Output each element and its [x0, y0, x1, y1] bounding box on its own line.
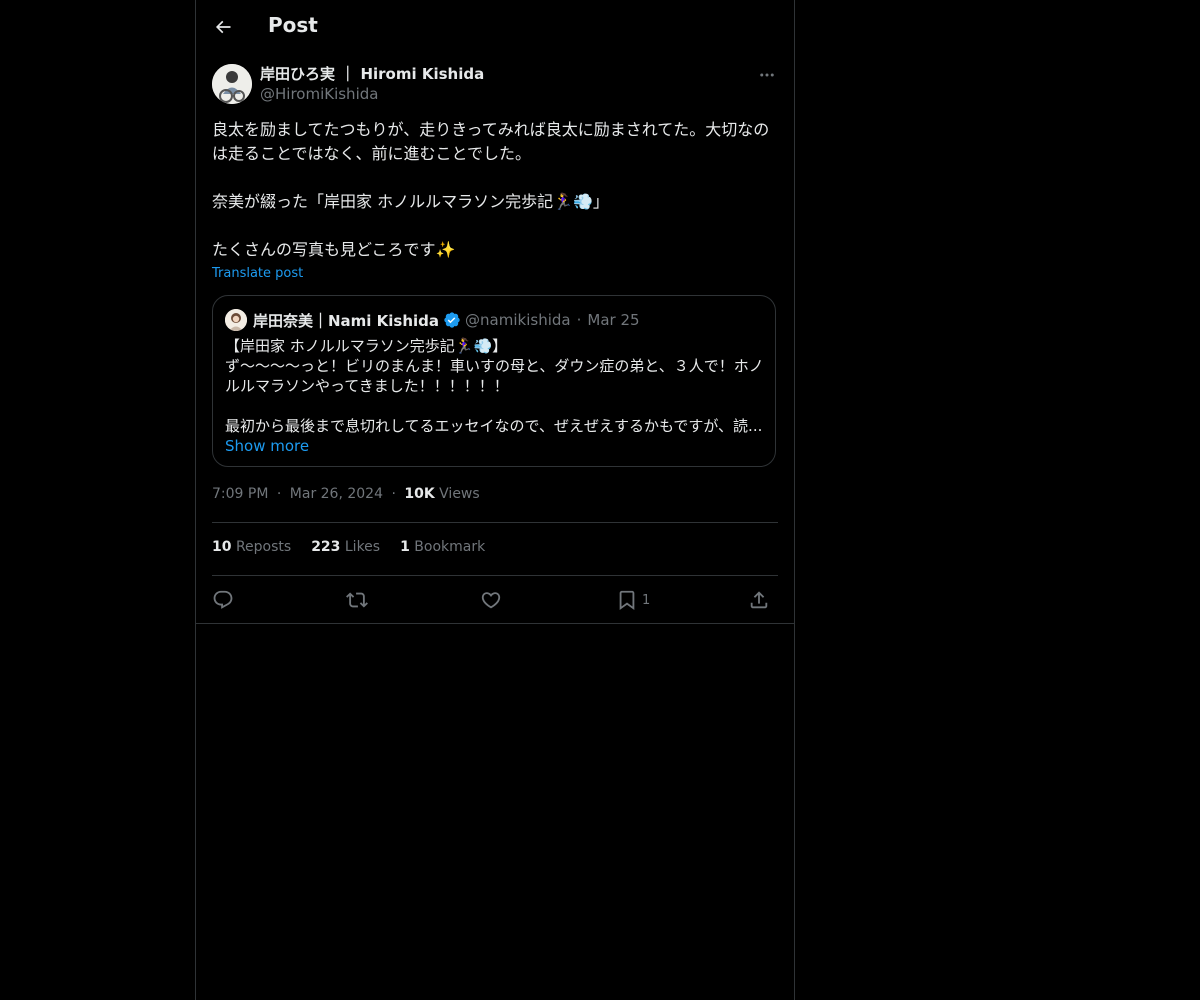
bookmark-icon [619, 590, 635, 611]
bookmarks-count: 1 [400, 539, 410, 555]
views-label: Views [439, 486, 480, 502]
bookmarks-stat[interactable]: 1 Bookmark [400, 539, 485, 555]
share-icon [750, 591, 768, 609]
back-button[interactable] [208, 12, 238, 42]
quoted-text-line: 【岸田家 ホノルルマラソン完歩記🏃‍♀️💨】 [225, 337, 508, 355]
divider [212, 522, 778, 523]
translate-post-link[interactable]: Translate post [212, 266, 303, 281]
meta-separator: · [276, 486, 282, 502]
quoted-avatar [225, 309, 247, 331]
reposts-count: 10 [212, 539, 232, 555]
reply-icon [213, 590, 233, 609]
author-names: 岸田ひろ実 ｜ Hiromi Kishida @HiromiKishida [260, 64, 484, 104]
views-count: 10K [404, 486, 435, 502]
more-icon [760, 73, 774, 77]
avatar-photo-icon [212, 64, 252, 104]
post-time[interactable]: 7:09 PM [212, 486, 268, 502]
verified-badge-icon [443, 311, 461, 329]
quoted-post[interactable]: 岸田奈美｜Nami Kishida @namikishida · Mar 25 … [212, 295, 776, 467]
reposts-stat[interactable]: 10 Reposts [212, 539, 291, 555]
bookmark-count: 1 [642, 592, 651, 608]
like-button[interactable] [480, 586, 502, 614]
post-meta: 7:09 PM · Mar 26, 2024 · 10K Views [212, 486, 480, 502]
author-display-name[interactable]: 岸田ひろ実 ｜ Hiromi Kishida [260, 64, 484, 84]
post-stats: 10 Reposts 223 Likes 1 Bookmark [212, 539, 505, 555]
like-icon [481, 592, 501, 609]
post-bottom-border [196, 623, 794, 624]
more-options-button[interactable] [756, 64, 778, 86]
quoted-blank-line [225, 396, 765, 416]
meta-separator: · [391, 486, 396, 502]
author-handle[interactable]: @HiromiKishida [260, 84, 484, 104]
quoted-avatar-photo-icon [225, 309, 247, 331]
avatar[interactable] [212, 64, 252, 104]
arrow-left-icon [215, 20, 231, 34]
post-text: 良太を励ましてたつもりが、走りきってみれば良太に励まされてた。大切なのは走ること… [212, 120, 770, 259]
quoted-handle: @namikishida [465, 311, 571, 329]
share-button[interactable] [748, 586, 770, 614]
quoted-post-body: 【岸田家 ホノルルマラソン完歩記🏃‍♀️💨】 ず〜〜〜〜っと！ビリのまんま！車い… [225, 336, 765, 456]
quoted-text-line: 最初から最後まで息切れしてるエッセイなので、ぜえぜえするかもですが、読... [225, 417, 763, 435]
likes-count: 223 [311, 539, 341, 555]
page-title: Post [268, 13, 318, 37]
show-more-link[interactable]: Show more [225, 436, 765, 456]
page-header: Post [196, 0, 794, 53]
repost-button[interactable] [346, 586, 368, 614]
quoted-text-line: ず〜〜〜〜っと！ビリのまんま！車いすの母と、ダウン症の弟と、３人で！ホノルルマラ… [225, 357, 764, 395]
quoted-separator: · [576, 311, 582, 329]
reply-button[interactable] [212, 586, 234, 614]
repost-icon [346, 592, 368, 608]
quoted-date: Mar 25 [587, 311, 640, 329]
action-bar: 1 [212, 586, 778, 614]
primary-column: Post 岸田ひろ実 ｜ Hiromi Kishida @HiromiKishi… [195, 0, 795, 1000]
post-date[interactable]: Mar 26, 2024 [290, 486, 383, 502]
likes-stat[interactable]: 223 Likes [311, 539, 380, 555]
reposts-label: Reposts [235, 539, 292, 555]
divider [212, 575, 778, 576]
bookmarks-label: Bookmark [414, 539, 486, 555]
post-author: 岸田ひろ実 ｜ Hiromi Kishida @HiromiKishida [212, 64, 778, 108]
bookmark-button[interactable]: 1 [616, 586, 650, 614]
quoted-display-name: 岸田奈美｜Nami Kishida [253, 311, 440, 330]
quoted-post-header: 岸田奈美｜Nami Kishida @namikishida · Mar 25 [225, 309, 640, 331]
likes-label: Likes [344, 539, 381, 555]
